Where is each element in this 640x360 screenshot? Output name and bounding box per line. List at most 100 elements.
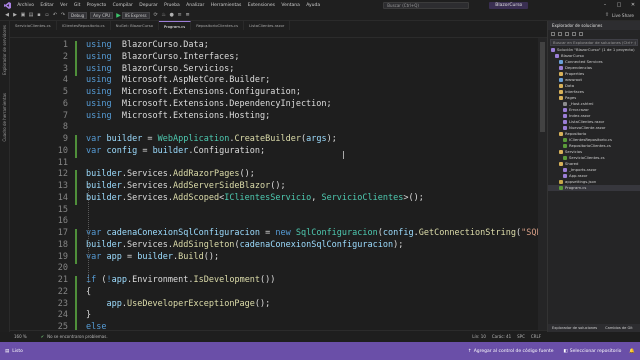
hot-reload-icon[interactable]: ♨ <box>161 12 167 18</box>
code-line[interactable]: using Microsoft.AspNetCore.Builder; <box>86 75 270 85</box>
code-line[interactable]: var app = builder.Build(); <box>86 252 219 262</box>
scrollbar-thumb[interactable] <box>540 42 545 132</box>
tab-nuget[interactable]: NuGet: BlazorCurso <box>111 21 159 30</box>
code-line[interactable]: using BlazorCurso.Data; <box>86 40 209 50</box>
code-token: Microsoft.Extensions.DependencyInjection… <box>111 98 332 109</box>
code-editor[interactable]: 1 2 3 4 5 6 7 8 9 10 11 12 13 14 15 16 17 18 19 20 21 22 23 24 2… <box>10 38 547 330</box>
breakpoint-icon[interactable]: ● <box>169 12 175 18</box>
redo-icon[interactable]: ↷ <box>60 12 66 18</box>
window-controls: – □ ✕ <box>598 2 640 8</box>
tab-git-changes[interactable]: Cambios de Git <box>601 324 637 332</box>
forward-icon[interactable]: ▶ <box>12 12 18 18</box>
spacing-indicator[interactable]: SPC <box>517 334 525 339</box>
tab-iclientes-repositorio[interactable]: IClientesRepositorio.cs <box>57 21 111 30</box>
menu-ventana[interactable]: Ventana <box>278 3 303 8</box>
issues-status[interactable]: No se encontraron problemas. <box>47 334 108 339</box>
code-token: CreateBuilder <box>234 134 301 144</box>
menu-herramientas[interactable]: Herramientas <box>208 3 245 8</box>
tree-item[interactable]: Program.cs <box>548 185 640 191</box>
maximize-icon[interactable]: □ <box>612 2 626 8</box>
search-box[interactable]: Buscar (Ctrl+Q) <box>383 1 470 9</box>
code-token: builder <box>86 169 122 180</box>
save-icon[interactable]: ▪ <box>36 12 42 18</box>
sync-icon[interactable] <box>558 32 562 36</box>
code-line[interactable]: builder.Services.AddScoped<IClientesServ… <box>86 193 424 203</box>
server-explorer-tab[interactable]: Explorador de servidores <box>2 25 7 75</box>
new-item-icon[interactable]: ▣ <box>20 12 26 18</box>
file-icon <box>559 162 563 166</box>
close-icon[interactable]: ✕ <box>626 2 640 8</box>
code-line[interactable]: { <box>86 287 91 297</box>
code-token: BlazorCurso.Data; <box>111 40 209 50</box>
platform-select[interactable]: Any CPU <box>90 11 114 19</box>
configuration-select[interactable]: Debug <box>68 11 88 19</box>
solution-explorer-search[interactable]: Buscar en Explorador de soluciones (Ctrl… <box>550 39 638 46</box>
tab-program[interactable]: Program.cs <box>158 21 192 30</box>
menu-depurar[interactable]: Depurar <box>136 3 161 8</box>
open-folder-icon[interactable]: ▤ <box>28 12 34 18</box>
code-token: = <box>137 145 153 156</box>
code-line[interactable]: var cadenaConexionSqlConfiguracion = new… <box>86 228 547 238</box>
menu-ayuda[interactable]: Ayuda <box>303 3 323 8</box>
menu-analizar[interactable]: Analizar <box>183 3 208 8</box>
run-target-select[interactable]: IIS Express <box>121 11 150 19</box>
code-line[interactable]: else <box>86 322 106 330</box>
code-token: var <box>86 134 102 144</box>
home-icon[interactable] <box>551 32 555 36</box>
save-all-icon[interactable]: ▫ <box>44 12 50 18</box>
menu-extensiones[interactable]: Extensiones <box>245 3 279 8</box>
code-line[interactable]: using Microsoft.Extensions.Configuration… <box>86 87 301 97</box>
undo-icon[interactable]: ↶ <box>52 12 58 18</box>
navigation-bar[interactable] <box>10 30 547 38</box>
file-icon <box>559 72 563 76</box>
run-icon[interactable]: ▶ <box>116 12 121 19</box>
code-token: .Services. <box>121 239 174 250</box>
back-icon[interactable]: ◀ <box>4 12 10 18</box>
code-token: builder <box>86 239 122 250</box>
tab-lista-clientes[interactable]: ListaClientes.razor <box>244 21 291 30</box>
minimize-icon[interactable]: – <box>598 2 612 8</box>
menu-archivo[interactable]: Archivo <box>14 3 37 8</box>
code-line[interactable]: using BlazorCurso.Servicios; <box>86 64 234 74</box>
notifications-icon[interactable]: 🔔 <box>629 349 635 354</box>
code-line[interactable]: using BlazorCurso.Interfaces; <box>86 52 240 62</box>
code-line[interactable]: using Microsoft.Extensions.Hosting; <box>86 111 270 121</box>
collapse-icon[interactable] <box>565 32 569 36</box>
line-number: 22 <box>57 286 68 297</box>
toolbox-tab[interactable]: Cuadro de herramientas <box>2 93 7 142</box>
menu-ver[interactable]: Ver <box>57 3 71 8</box>
menu-compilar[interactable]: Compilar <box>109 3 136 8</box>
vertical-scrollbar[interactable] <box>538 38 547 330</box>
menu-editar[interactable]: Editar <box>37 3 57 8</box>
menu-git[interactable]: Git <box>71 3 84 8</box>
live-share-icon[interactable]: ⇪ <box>604 12 610 18</box>
code-line[interactable]: if (!app.Environment.IsDevelopment()) <box>86 275 275 285</box>
select-repository-button[interactable]: Seleccionar repositorio <box>570 349 622 354</box>
code-line[interactable]: builder.Services.AddRazorPages(); <box>86 169 255 179</box>
solution-explorer-toolbar <box>548 30 640 38</box>
code-line[interactable]: } <box>86 310 91 320</box>
live-share-button[interactable]: Live Share <box>612 13 634 18</box>
tab-servicio-clientes[interactable]: ServicioClientes.cs <box>10 21 57 30</box>
show-all-icon[interactable] <box>572 32 576 36</box>
tab-repositorio-clientes[interactable]: RepositorioClientes.cs <box>191 21 245 30</box>
code-token: ServicioClientes <box>321 192 404 203</box>
tab-solution-explorer[interactable]: Explorador de soluciones <box>548 324 601 332</box>
line-ending-indicator[interactable]: CRLF <box>531 334 541 339</box>
code-line[interactable]: builder.Services.AddServerSideBlazor(); <box>86 181 286 191</box>
code-line[interactable]: app.UseDeveloperExceptionPage(); <box>86 299 270 309</box>
uncomment-icon[interactable]: ≣ <box>185 12 191 18</box>
code-token: new <box>275 228 291 238</box>
code-line[interactable]: using Microsoft.Extensions.DependencyInj… <box>86 99 332 109</box>
add-source-control-button[interactable]: Agregar al control de código fuente <box>474 349 554 354</box>
properties-icon[interactable] <box>579 32 583 36</box>
code-line[interactable]: var config = builder.Configuration; <box>86 146 265 156</box>
refresh-icon[interactable]: ⟳ <box>153 12 159 18</box>
file-icon <box>559 96 563 100</box>
code-line[interactable]: builder.Services.AddSingleton(cadenaCone… <box>86 240 403 250</box>
comment-icon[interactable]: ≡ <box>177 12 183 18</box>
menu-prueba[interactable]: Prueba <box>161 3 183 8</box>
menu-proyecto[interactable]: Proyecto <box>84 3 110 8</box>
zoom-level[interactable]: 160 % <box>14 334 27 339</box>
code-line[interactable]: var builder = WebApplication.CreateBuild… <box>86 134 337 144</box>
